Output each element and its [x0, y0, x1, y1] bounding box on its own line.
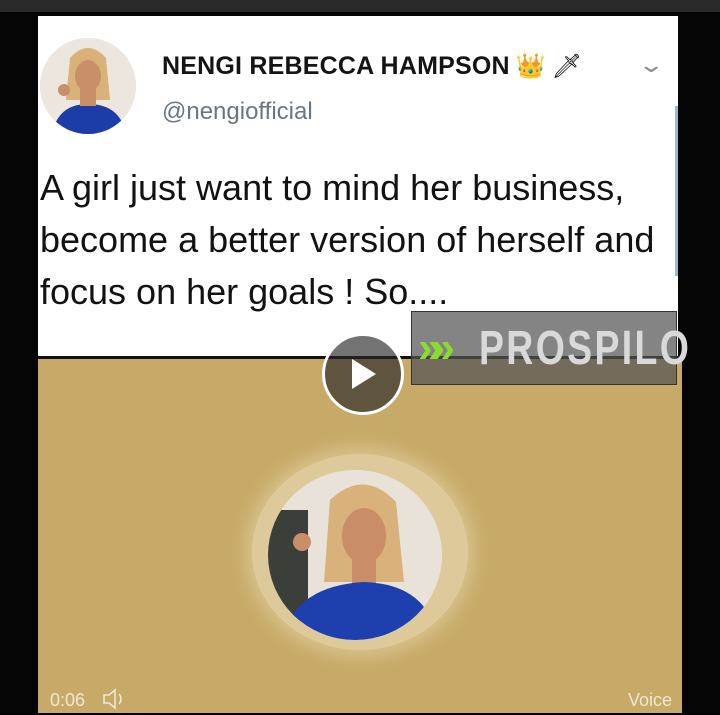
prospilo-watermark: »» PROSPILO — [411, 311, 689, 385]
voice-avatar — [268, 470, 442, 640]
chevron-down-icon[interactable]: ⌄ — [637, 52, 665, 78]
top-status-strip — [0, 0, 720, 12]
voice-label: Voice — [627, 690, 672, 710]
play-button[interactable] — [322, 333, 404, 415]
avatar-portrait-image — [40, 38, 136, 134]
voice-avatar-portrait-image — [268, 470, 442, 640]
display-name-row: NENGI REBECCA HAMPSON 👑 🗡 — [162, 52, 582, 81]
play-icon — [352, 359, 376, 389]
profile-avatar[interactable] — [40, 38, 136, 134]
dagger-icon: 🗡 — [551, 52, 583, 80]
tweet-card: NENGI REBECCA HAMPSON 👑 🗡 ⌄ @nengioffici… — [38, 16, 678, 356]
display-name[interactable]: NENGI REBECCA HAMPSON — [162, 52, 510, 81]
speaker-icon[interactable] — [102, 688, 128, 710]
watermark-arrows-icon: »» — [418, 323, 455, 372]
user-handle[interactable]: @nengiofficial — [162, 98, 313, 126]
crown-icon: 👑 — [515, 52, 546, 80]
elapsed-time: 0:06 — [50, 690, 86, 710]
tweet-text: A girl just want to mind her business, b… — [40, 167, 655, 312]
watermark-brand: PROSPILO — [478, 321, 692, 375]
scroll-indicator — [675, 106, 678, 276]
